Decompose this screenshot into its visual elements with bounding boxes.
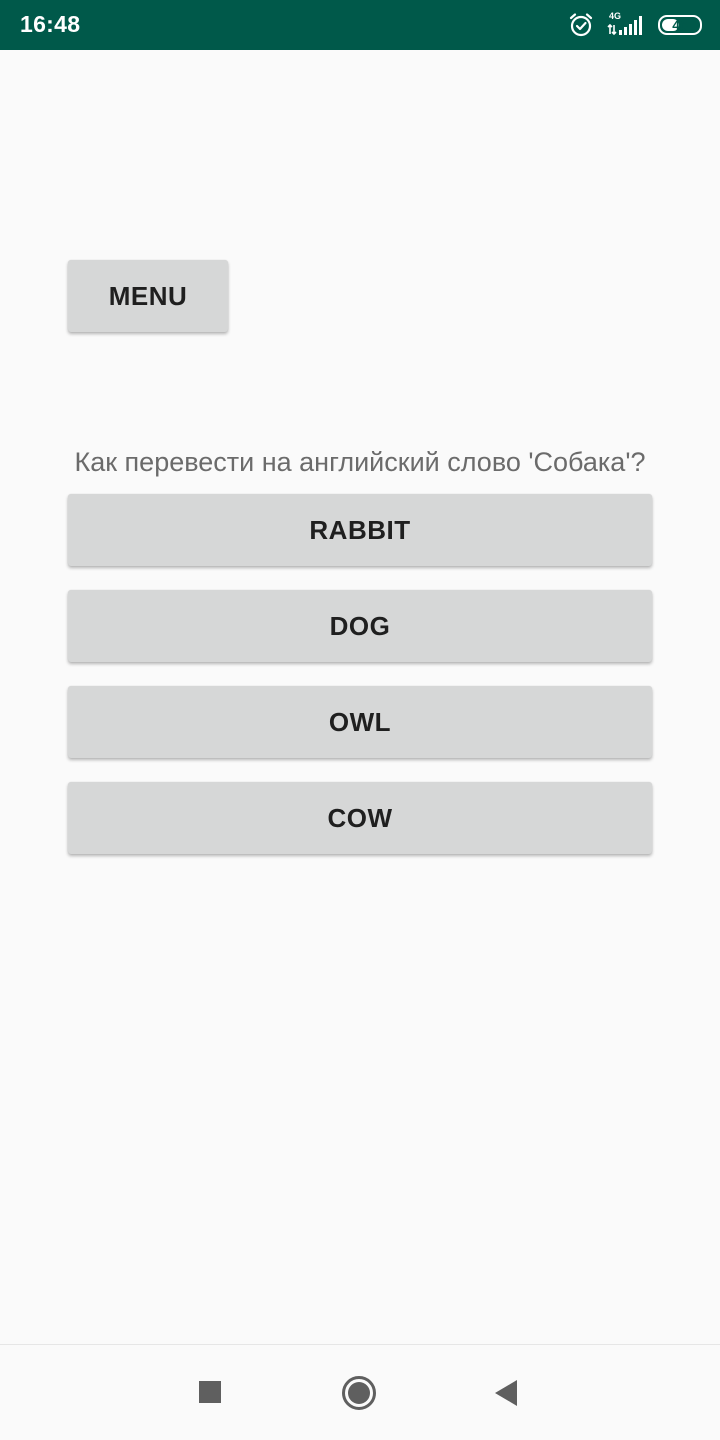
answer-button-dog[interactable]: DOG: [68, 590, 652, 662]
signal-indicator: 4G: [606, 11, 646, 38]
battery-level: 46: [672, 17, 688, 33]
battery-icon: 46: [658, 15, 702, 35]
signal-icon: [607, 16, 642, 36]
back-icon[interactable]: [494, 1379, 518, 1407]
alarm-icon: [569, 13, 593, 37]
answer-button-rabbit[interactable]: RABBIT: [68, 494, 652, 566]
recents-icon[interactable]: [199, 1381, 221, 1403]
menu-button[interactable]: MENU: [68, 260, 228, 332]
navigation-bar: [0, 1344, 720, 1440]
quiz-screen: 16:48 4G 46 MENU Как перевести на англий…: [0, 0, 720, 1440]
status-time: 16:48: [20, 11, 81, 37]
status-bar: 16:48 4G 46: [0, 0, 720, 50]
question-text: Как перевести на английский слово 'Собак…: [74, 447, 646, 477]
answer-button-owl[interactable]: OWL: [68, 686, 652, 758]
status-icons: 4G 46: [568, 11, 702, 39]
answer-button-cow[interactable]: COW: [68, 782, 652, 854]
home-icon[interactable]: [341, 1375, 377, 1411]
